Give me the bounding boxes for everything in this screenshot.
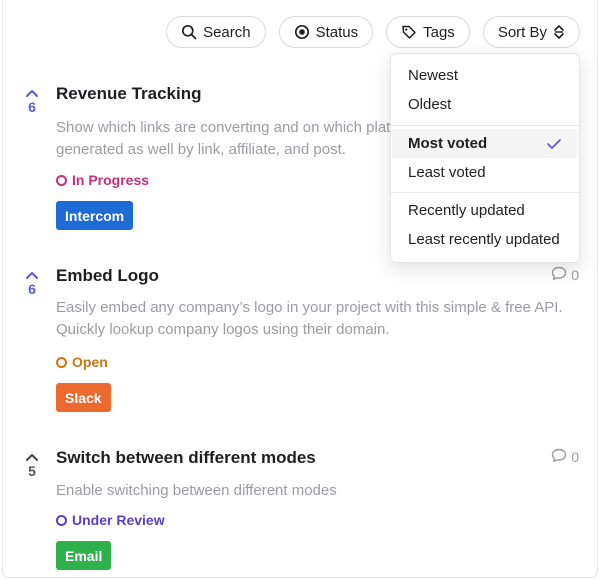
chevron-up-icon: [22, 88, 42, 98]
sort-option-newest[interactable]: Newest: [392, 61, 578, 90]
status-label: Status: [315, 23, 359, 41]
upvote-button[interactable]: 6: [22, 88, 42, 115]
post-title[interactable]: Revenue Tracking: [56, 84, 202, 104]
sort-option-oldest[interactable]: Oldest: [392, 90, 578, 119]
upvote-button[interactable]: 5: [22, 452, 42, 479]
status-dot-icon: [56, 514, 67, 526]
checkmark-icon: [546, 137, 562, 154]
tags-button[interactable]: Tags: [386, 16, 470, 48]
sort-updown-icon: [553, 24, 565, 40]
chevron-up-icon: [22, 452, 42, 462]
status-badge: Open: [56, 354, 108, 370]
sort-by-label: Sort By: [497, 23, 547, 41]
status-button[interactable]: Status: [278, 16, 374, 48]
menu-divider: [391, 125, 579, 126]
post-description: Easily embed any company’s logo in your …: [56, 299, 563, 338]
sort-option-most-voted[interactable]: Most voted: [392, 129, 578, 158]
sort-option-recently-updated[interactable]: Recently updated: [392, 196, 578, 225]
tag-badge[interactable]: Email: [56, 541, 112, 570]
status-badge: In Progress: [56, 172, 149, 188]
filter-toolbar: Search Status Tags Sort By: [166, 16, 580, 48]
tag-badge[interactable]: Intercom: [56, 201, 134, 230]
comment-icon: [551, 266, 567, 284]
menu-divider: [391, 192, 579, 193]
sort-dropdown-menu: Newest Oldest Most voted Least voted Rec…: [390, 53, 580, 263]
comment-count-value: 0: [571, 449, 579, 465]
post-description: Enable switching between different modes: [56, 482, 337, 499]
status-badge: Under Review: [56, 512, 165, 528]
status-dot-icon: [56, 356, 67, 368]
status-radio-icon: [294, 24, 310, 40]
status-dot-icon: [56, 174, 67, 186]
status-text: Under Review: [72, 512, 165, 528]
tag-icon: [401, 24, 417, 40]
post-title[interactable]: Switch between different modes: [56, 448, 316, 468]
search-button[interactable]: Search: [166, 16, 266, 48]
status-text: Open: [72, 354, 108, 370]
search-icon: [181, 24, 197, 40]
upvote-button[interactable]: 6: [22, 270, 42, 297]
comment-count-value: 0: [571, 267, 579, 283]
tag-badge[interactable]: Slack: [56, 383, 111, 412]
vote-count: 6: [28, 281, 36, 297]
search-label: Search: [203, 23, 251, 41]
vote-count: 5: [28, 463, 36, 479]
sort-by-button[interactable]: Sort By: [482, 16, 580, 48]
chevron-up-icon: [22, 270, 42, 280]
sort-option-least-recently-updated[interactable]: Least recently updated: [392, 225, 578, 254]
comment-icon: [551, 448, 567, 466]
status-text: In Progress: [72, 172, 150, 188]
comment-count[interactable]: 0: [551, 266, 579, 284]
post-title[interactable]: Embed Logo: [56, 266, 159, 286]
sort-option-least-voted[interactable]: Least voted: [392, 158, 578, 187]
comment-count[interactable]: 0: [551, 448, 579, 466]
sort-option-label: Most voted: [408, 135, 488, 152]
tags-label: Tags: [423, 23, 455, 41]
vote-count: 6: [28, 99, 36, 115]
